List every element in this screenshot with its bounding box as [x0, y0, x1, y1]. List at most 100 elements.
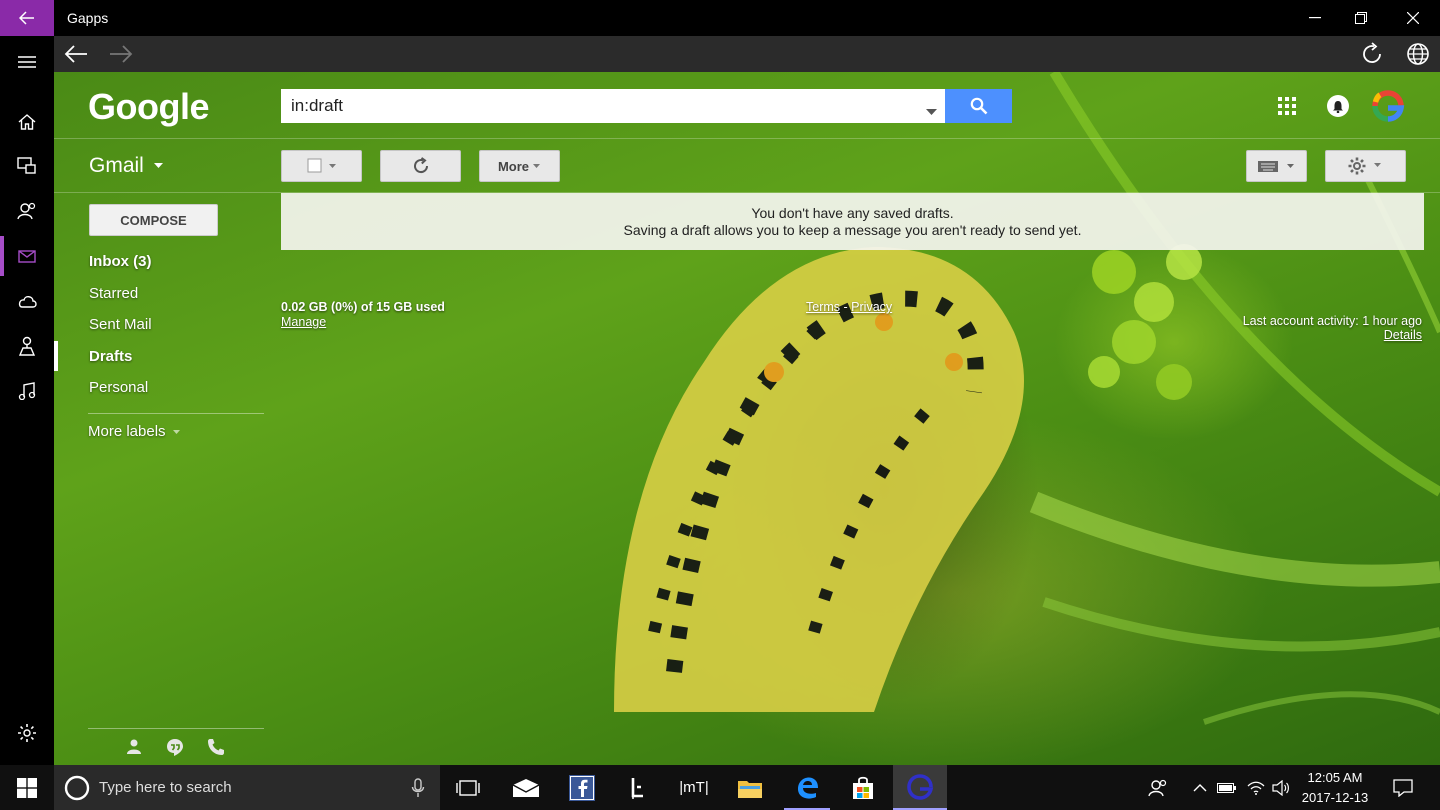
app-rail [0, 36, 54, 765]
taskbar-search-box[interactable]: Type here to search [54, 765, 440, 810]
more-labels-text: More labels [88, 423, 166, 440]
privacy-link[interactable]: Privacy [851, 300, 892, 314]
browser-nav-bar [54, 36, 1440, 72]
background-photo [614, 72, 1440, 725]
terms-link[interactable]: Terms [806, 300, 840, 314]
clock-date[interactable]: 2017-12-13 [1300, 790, 1370, 805]
selected-indicator [54, 341, 58, 371]
app-title: Gapps [67, 10, 109, 26]
details-link-text: Details [1383, 328, 1422, 342]
manage-storage-link[interactable]: Manage [281, 315, 326, 329]
legal-links: Terms - Privacy [806, 300, 892, 314]
search-box [281, 89, 945, 123]
chevron-down-icon [172, 429, 180, 434]
globe-icon[interactable] [1396, 36, 1440, 72]
nav-item-inbox[interactable]: Inbox (3) [89, 253, 152, 270]
active-indicator [0, 236, 4, 276]
back-icon[interactable] [54, 36, 98, 72]
search-input[interactable] [281, 89, 911, 123]
gmail-content: Google Gmail More [54, 72, 1440, 765]
music-icon[interactable] [0, 371, 54, 411]
chevron-down-icon [533, 163, 541, 168]
input-tools-button[interactable] [1246, 150, 1307, 182]
people-icon[interactable] [0, 191, 54, 231]
windows-icon [17, 777, 37, 798]
mail-icon[interactable] [0, 236, 54, 276]
store-icon[interactable] [840, 765, 886, 810]
clock-time[interactable]: 12:05 AM [1300, 770, 1370, 785]
google-account-icon[interactable] [1371, 89, 1405, 128]
more-button[interactable]: More [479, 150, 560, 182]
chevron-down-icon [153, 163, 163, 169]
cloud-icon[interactable] [0, 281, 54, 321]
chevron-up-icon[interactable] [1188, 765, 1212, 810]
gmail-menu[interactable]: Gmail [89, 154, 164, 178]
menu-icon[interactable] [0, 42, 54, 82]
search-icon [970, 97, 987, 115]
search-options-caret-icon[interactable] [926, 102, 937, 120]
more-label: More [497, 158, 530, 174]
header-divider [54, 138, 1440, 139]
maps-icon[interactable] [0, 326, 54, 366]
manage-link-text: Manage [281, 315, 327, 329]
settings-icon[interactable] [0, 713, 54, 753]
home-icon[interactable] [0, 102, 54, 142]
compose-button[interactable]: COMPOSE [89, 204, 218, 236]
restore-icon[interactable] [1338, 0, 1384, 36]
storage-usage: 0.02 GB (0%) of 15 GB used [281, 300, 445, 314]
nav-item-starred[interactable]: Starred [89, 285, 138, 302]
labels-divider [88, 413, 264, 414]
select-checkbox-button[interactable] [281, 150, 362, 182]
last-activity: Last account activity: 1 hour ago [1242, 314, 1422, 328]
task-view-icon[interactable] [445, 765, 491, 810]
keyboard-icon [1257, 161, 1294, 172]
volume-icon[interactable] [1268, 765, 1294, 810]
settings-button[interactable] [1325, 150, 1406, 182]
mt-app-icon[interactable]: |mT| [671, 765, 717, 810]
nav-item-sent-mail[interactable]: Sent Mail [89, 316, 152, 333]
empty-drafts-notice: You don't have any saved drafts. Saving … [281, 193, 1424, 250]
refresh-button[interactable] [380, 150, 461, 182]
notifications-icon[interactable] [1327, 95, 1349, 117]
activity-details-link[interactable]: Details [1322, 328, 1422, 342]
settings-gear-icon [1348, 157, 1381, 175]
phone-icon[interactable] [207, 738, 225, 761]
contacts-icon[interactable] [126, 738, 142, 759]
media-icon[interactable] [0, 146, 54, 186]
taskbar-search-placeholder: Type here to search [99, 779, 232, 796]
facebook-icon[interactable] [559, 765, 605, 810]
legal-separator: - [843, 300, 848, 314]
edge-icon[interactable] [784, 765, 830, 810]
more-labels-link[interactable]: More labels [88, 423, 181, 440]
reload-icon[interactable] [1350, 36, 1394, 72]
back-arrow-icon[interactable] [0, 0, 54, 36]
hangouts-icon[interactable] [166, 738, 184, 761]
taskbar: Type here to search |mT| 12:05 AM 2017-1… [0, 765, 1440, 810]
notifications-icon[interactable] [1382, 765, 1424, 810]
wifi-icon[interactable] [1243, 765, 1269, 810]
title-bar: Gapps [0, 0, 1440, 36]
nav-item-personal[interactable]: Personal [89, 379, 148, 396]
gapps-icon[interactable] [893, 765, 947, 810]
tool-app-icon[interactable] [614, 765, 660, 810]
battery-icon[interactable] [1214, 765, 1240, 810]
people-icon[interactable] [1140, 765, 1176, 810]
mail-app-icon[interactable] [503, 765, 549, 810]
nav-item-drafts[interactable]: Drafts [89, 348, 132, 365]
forward-icon[interactable] [99, 36, 143, 72]
microphone-icon[interactable] [411, 778, 425, 798]
start-button[interactable] [0, 765, 54, 810]
close-icon[interactable] [1390, 0, 1436, 36]
gmail-label: Gmail [89, 154, 144, 177]
hangouts-divider [88, 728, 264, 729]
search-button[interactable] [945, 89, 1012, 123]
select-checkbox-icon [307, 158, 336, 173]
google-logo[interactable]: Google [88, 86, 210, 128]
notice-line-1: You don't have any saved drafts. [751, 205, 954, 221]
apps-icon[interactable] [1278, 97, 1296, 120]
refresh-icon [413, 157, 428, 174]
cortana-icon [64, 775, 90, 801]
minimize-icon[interactable] [1292, 0, 1338, 36]
notice-line-2: Saving a draft allows you to keep a mess… [623, 222, 1082, 238]
file-explorer-icon[interactable] [727, 765, 773, 810]
